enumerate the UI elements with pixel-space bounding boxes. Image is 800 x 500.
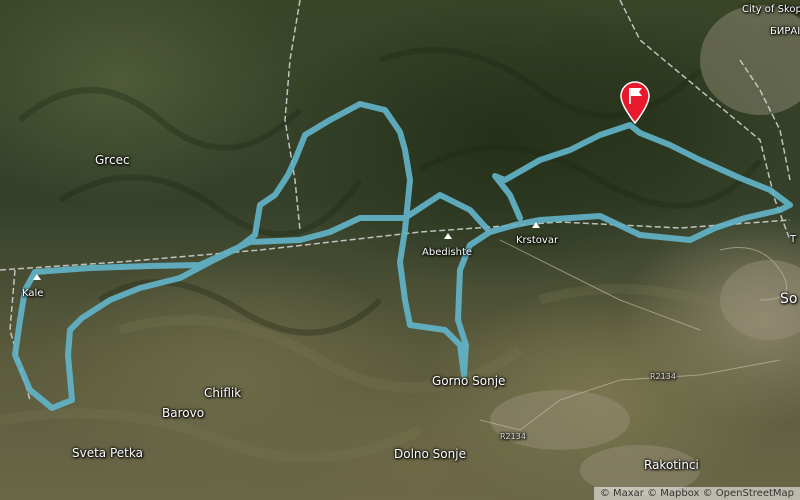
place-label-chiflik: Chiflik [204,386,242,400]
place-label-dolno-sonje: Dolno Sonje [394,447,466,461]
place-label-kale: Kale [22,288,44,299]
place-label-gorno-sonje: Gorno Sonje [432,374,506,388]
place-label-rakotinci: Rakotinci [644,458,699,472]
road-label-r2134: R2134 [500,432,526,441]
place-label-krstovar: Krstovar [516,235,559,246]
boundary-lines [0,0,791,401]
road-label-r2134: R2134 [650,372,676,381]
place-label-t: T [790,234,797,245]
terrain-highlights [0,283,762,463]
place-label-birar: БИРАІ [770,26,800,37]
place-label-grcec: Grcec [95,153,130,167]
peak-icon [532,222,540,228]
map-canvas[interactable]: City of Skop БИРАІ Grcec Kale Abedishte … [0,0,800,500]
place-label-city-of-skopje: City of Skop [742,4,800,15]
map-overlay [0,0,800,495]
place-label-abedishte: Abedishte [422,247,473,258]
map-attribution[interactable]: © Maxar © Mapbox © OpenStreetMap [593,487,800,500]
place-label-sveta-petka: Sveta Petka [72,446,143,460]
peak-icon [33,274,41,280]
route-track [12,101,793,411]
place-label-so: So [780,291,798,307]
peak-icon [444,233,452,239]
place-label-barovo: Barovo [162,406,205,420]
flag-marker-icon[interactable] [618,80,652,124]
